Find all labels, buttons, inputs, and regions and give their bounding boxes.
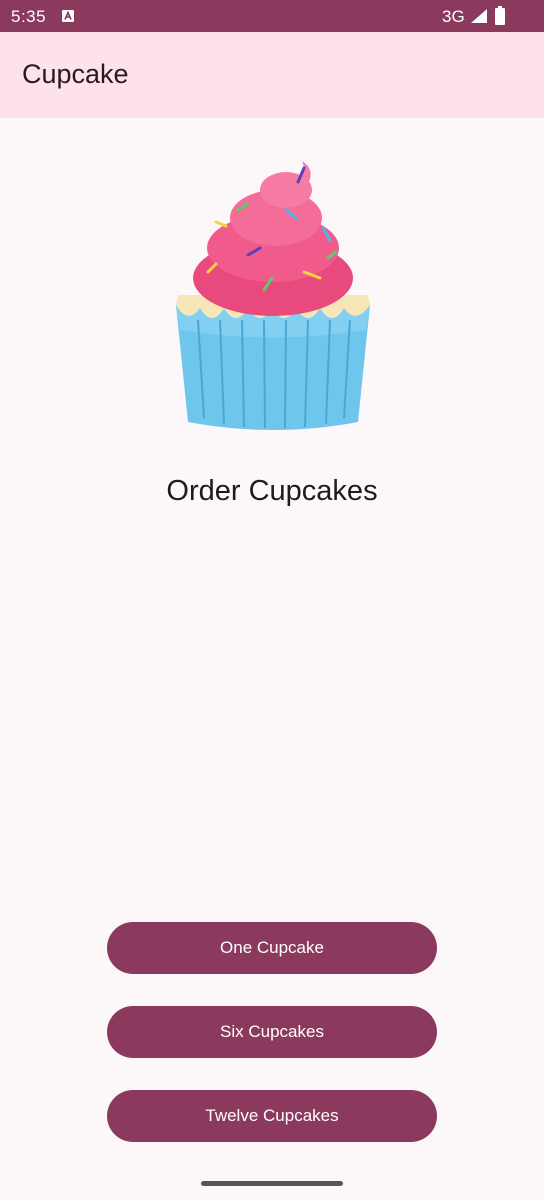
home-indicator[interactable] (201, 1181, 343, 1186)
battery-icon (495, 6, 505, 25)
cupcake-image (176, 160, 370, 430)
app-bar: Cupcake (0, 32, 544, 118)
app-title: Cupcake (22, 59, 129, 89)
twelve-cupcakes-button[interactable]: Twelve Cupcakes (107, 1090, 437, 1142)
signal-icon (471, 9, 487, 23)
order-heading: Order Cupcakes (166, 475, 378, 507)
one-cupcake-button[interactable]: One Cupcake (107, 922, 437, 974)
network-type-label: 3G (442, 7, 465, 26)
status-time: 5:35 (11, 7, 47, 26)
six-cupcakes-button[interactable]: Six Cupcakes (107, 1006, 437, 1058)
notification-a-icon (62, 10, 74, 22)
status-bar: 5:35 3G (0, 0, 544, 32)
